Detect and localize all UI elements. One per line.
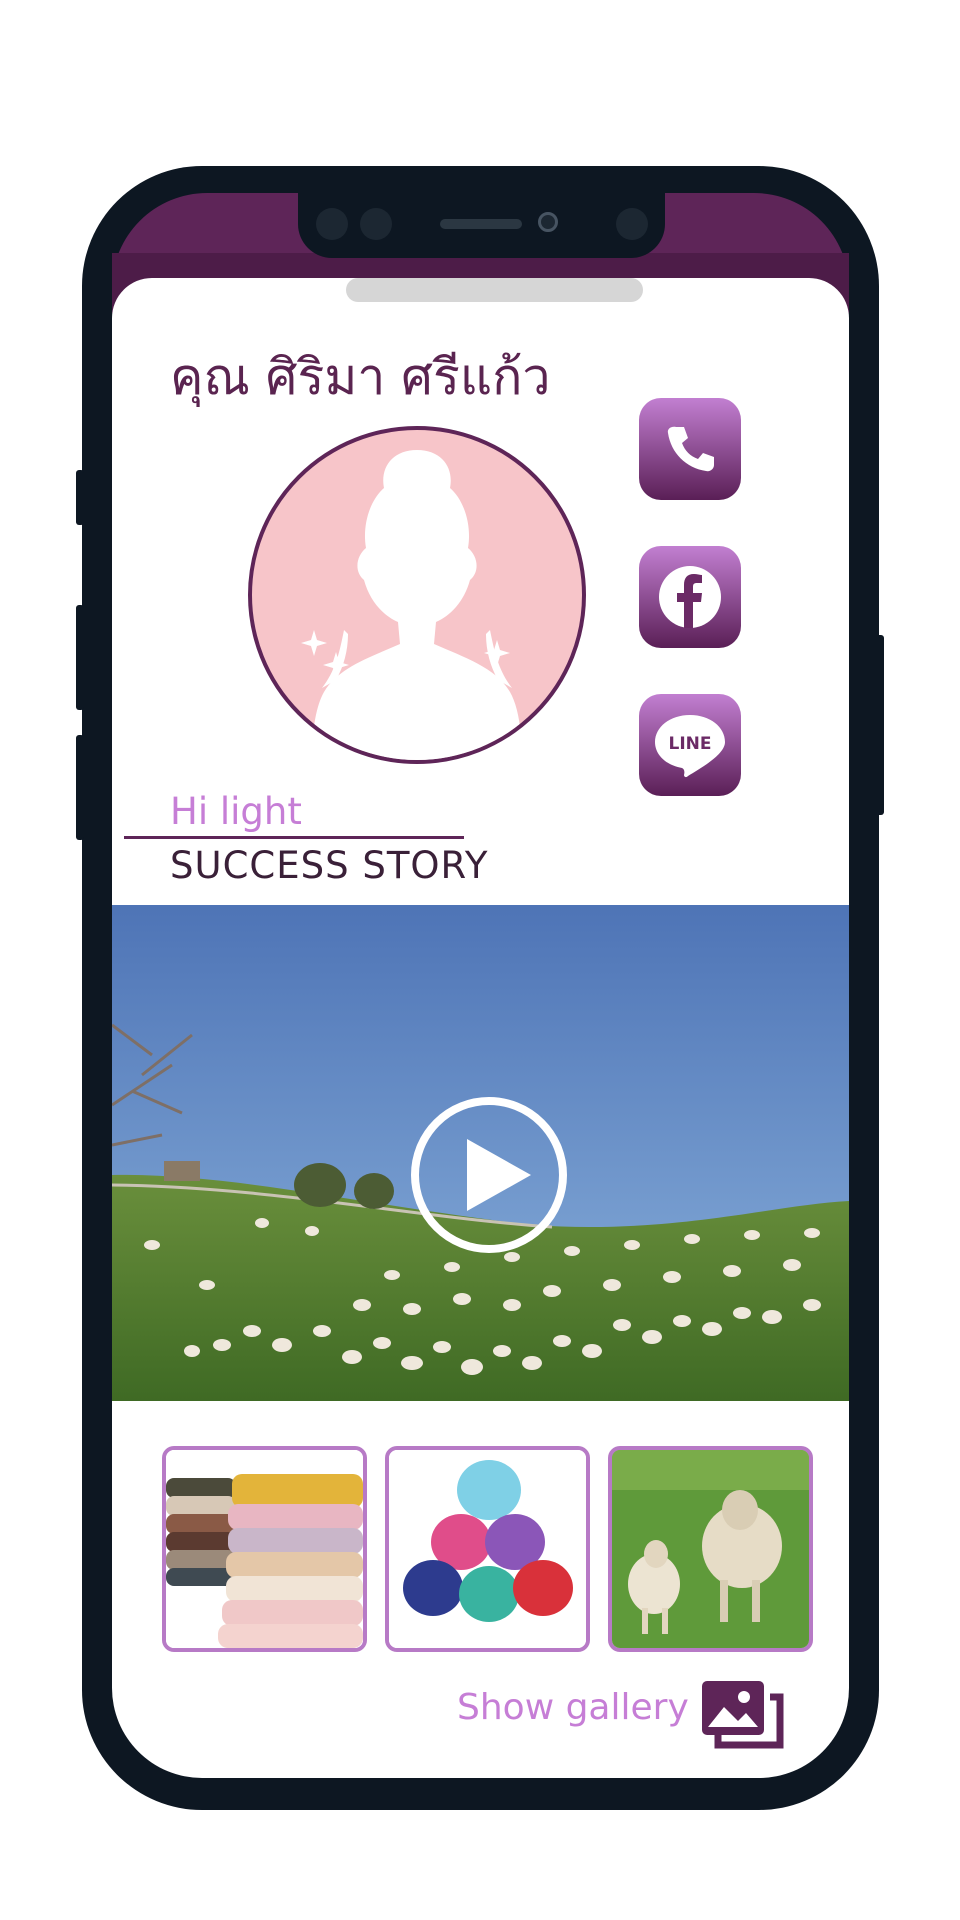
video-player[interactable] xyxy=(112,905,849,1401)
line-button[interactable]: LINE xyxy=(639,694,741,796)
highlight-title: Hi light xyxy=(170,790,302,833)
highlight-divider xyxy=(124,836,464,839)
sheep-photo xyxy=(612,1450,809,1648)
play-icon[interactable] xyxy=(409,1095,569,1255)
highlight-subtitle: SUCCESS STORY xyxy=(170,844,489,887)
line-label: LINE xyxy=(669,734,712,754)
phone-button[interactable] xyxy=(639,398,741,500)
gallery-icon[interactable] xyxy=(700,1679,784,1751)
phone-side-button xyxy=(76,605,84,710)
sensor-dot xyxy=(360,208,392,240)
front-camera-icon xyxy=(538,212,558,232)
gallery-thumb-yarn[interactable] xyxy=(385,1446,590,1652)
gallery-thumb-sheep[interactable] xyxy=(608,1446,813,1652)
app-screen: คุณ ศิริมา ศรีแก้ว LINE Hi light SUCCESS… xyxy=(112,278,849,1778)
towels-photo xyxy=(166,1450,363,1648)
facebook-icon xyxy=(659,566,721,628)
phone-side-button xyxy=(76,470,84,525)
profile-name: คุณ ศิริมา ศรีแก้ว xyxy=(170,348,551,406)
sensor-dot xyxy=(616,208,648,240)
sensor-dot xyxy=(316,208,348,240)
yarn-photo xyxy=(389,1450,586,1648)
sheet-grabber[interactable] xyxy=(346,278,643,302)
phone-side-button xyxy=(76,735,84,840)
show-gallery-link[interactable]: Show gallery xyxy=(457,1687,689,1728)
woman-silhouette-icon xyxy=(301,450,522,760)
phone-notch xyxy=(298,190,665,258)
line-icon: LINE xyxy=(655,715,725,778)
phone-icon xyxy=(667,426,714,472)
phone-side-button xyxy=(876,635,884,815)
speaker-grille xyxy=(440,219,522,229)
facebook-button[interactable] xyxy=(639,546,741,648)
gallery-thumb-towels[interactable] xyxy=(162,1446,367,1652)
avatar xyxy=(248,426,586,764)
